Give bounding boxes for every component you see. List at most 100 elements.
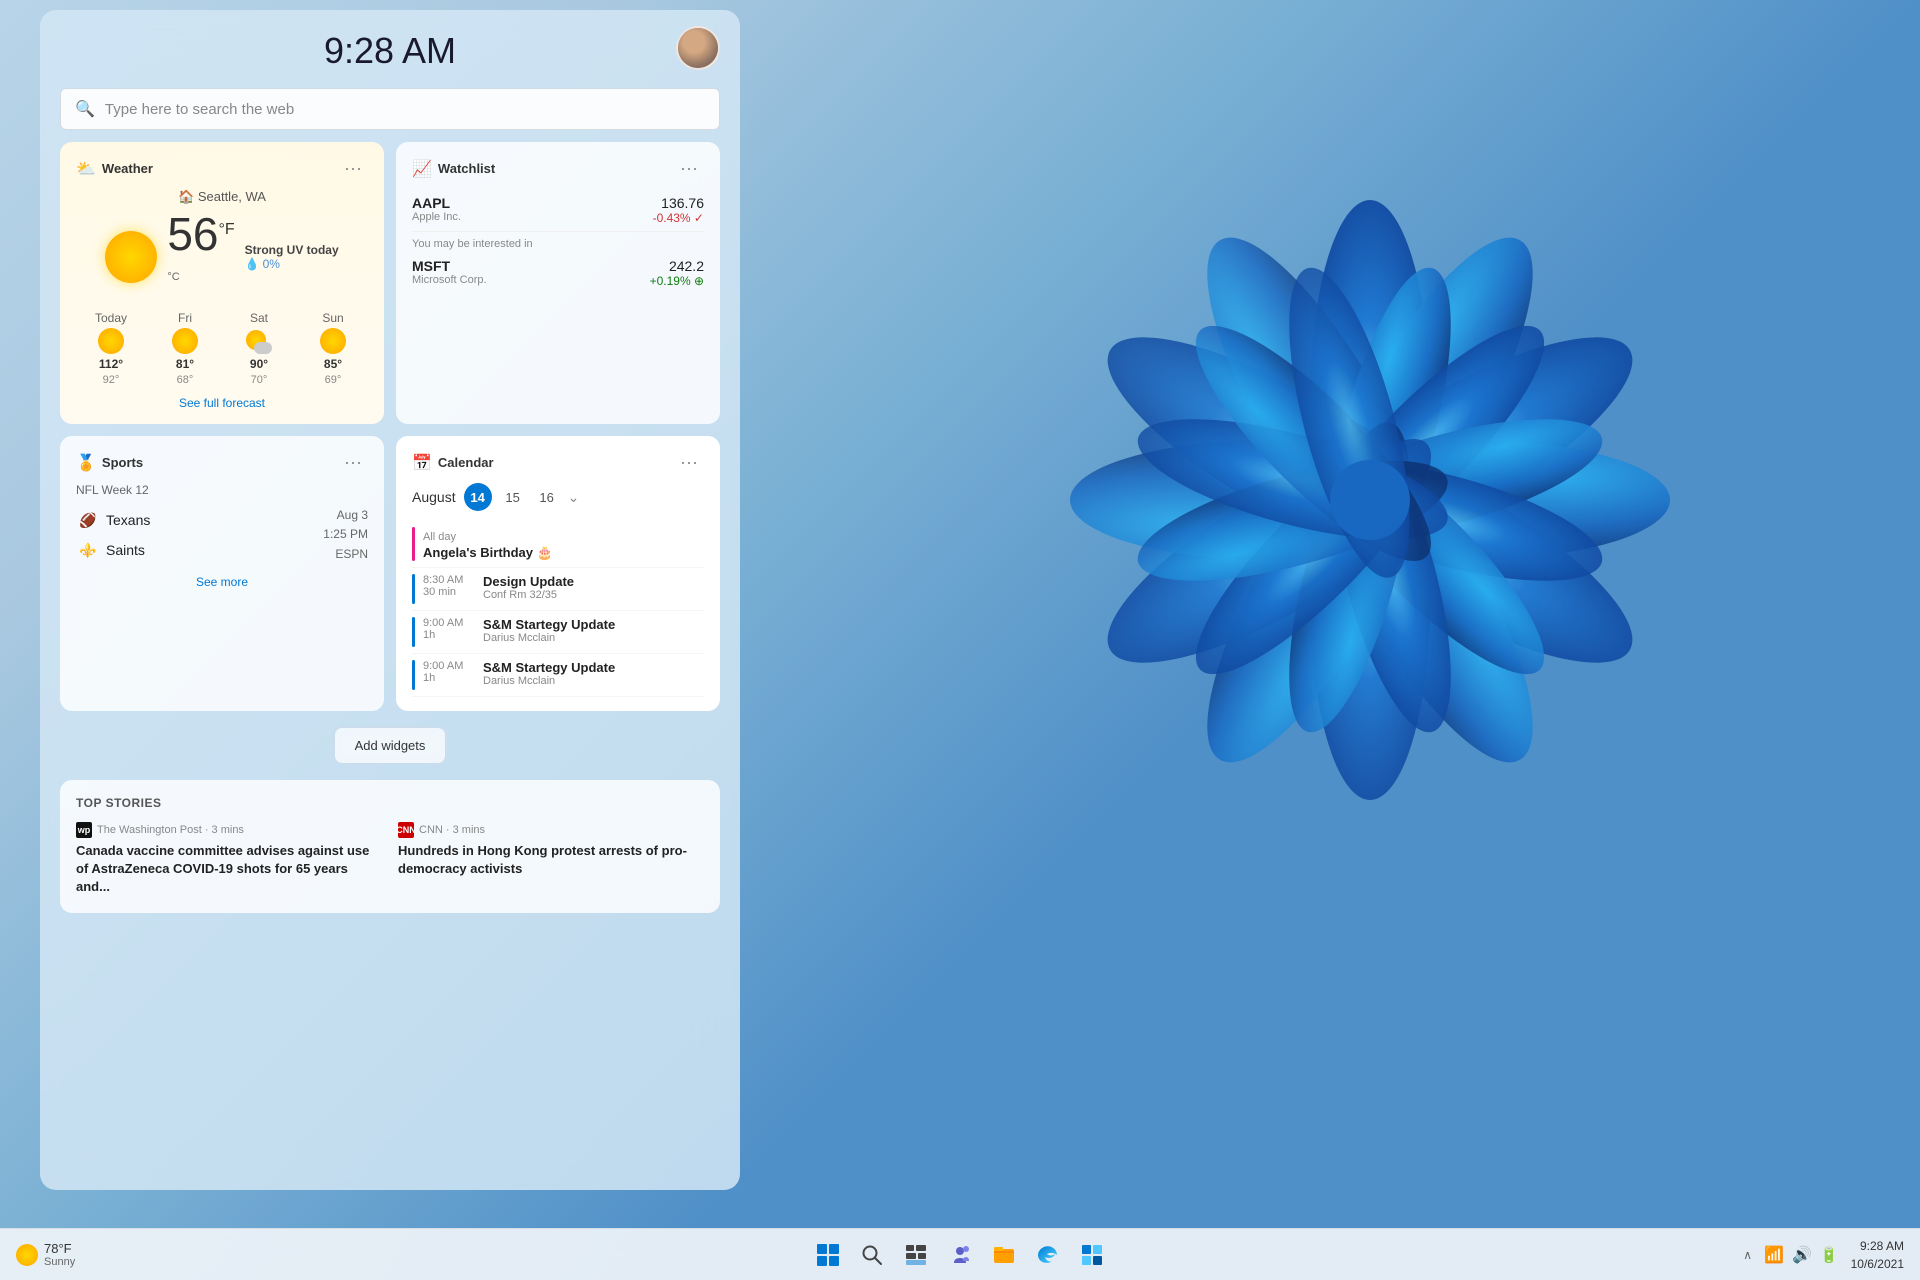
search-icon: 🔍 bbox=[75, 99, 95, 119]
calendar-widget: 📅 Calendar ··· August 14 15 16 ⌄ Al bbox=[396, 436, 720, 711]
stock-aapl[interactable]: AAPL Apple Inc. 136.76 -0.43% ✓ bbox=[412, 189, 704, 232]
taskbar-temp: 78°F bbox=[44, 1241, 75, 1256]
event-bar-blue-3 bbox=[412, 660, 415, 690]
stock-msft-price: 242.2 +0.19% ⊕ bbox=[650, 258, 704, 288]
calendar-event-sm1[interactable]: 9:00 AM1h S&M Startegy Update Darius Mcc… bbox=[412, 611, 704, 654]
event-bar-blue-2 bbox=[412, 617, 415, 647]
story-washpost-source: wp The Washington Post · 3 mins bbox=[76, 822, 382, 838]
store-icon bbox=[1080, 1243, 1104, 1267]
calendar-chevron-icon[interactable]: ⌄ bbox=[568, 489, 580, 506]
watchlist-title: Watchlist bbox=[438, 161, 495, 176]
taskbar-search-icon bbox=[861, 1244, 883, 1266]
event-sm1-time: 9:00 AM1h bbox=[423, 617, 475, 641]
story-cnn-source: CNN CNN · 3 mins bbox=[398, 822, 704, 838]
weather-title: Weather bbox=[102, 161, 153, 176]
calendar-month-row: August 14 15 16 ⌄ bbox=[412, 483, 704, 511]
task-view-button[interactable] bbox=[898, 1237, 934, 1273]
calendar-event-birthday[interactable]: All day Angela's Birthday 🎂 bbox=[412, 521, 704, 568]
taskbar-left: 78°F Sunny bbox=[16, 1241, 75, 1268]
forecast-today: Today 112° 92° bbox=[76, 311, 146, 386]
sports-week: NFL Week 12 bbox=[76, 483, 368, 497]
battery-icon[interactable]: 🔋 bbox=[1820, 1246, 1839, 1264]
add-widgets-button[interactable]: Add widgets bbox=[334, 727, 447, 764]
taskbar-weather[interactable]: 78°F Sunny bbox=[16, 1241, 75, 1268]
teams-button[interactable] bbox=[942, 1237, 978, 1273]
calendar-event-design[interactable]: 8:30 AM30 min Design Update Conf Rm 32/3… bbox=[412, 568, 704, 611]
game-network: ESPN bbox=[323, 545, 368, 564]
event-sm2-time: 9:00 AM1h bbox=[423, 660, 475, 684]
saints-name: Saints bbox=[106, 542, 145, 558]
watchlist-widget: 📈 Watchlist ··· AAPL Apple Inc. 136.76 -… bbox=[396, 142, 720, 424]
volume-icon[interactable]: 🔊 bbox=[1792, 1245, 1812, 1265]
calendar-title-row: 📅 Calendar bbox=[412, 453, 494, 473]
teams-column: 🏈 Texans ⚜️ Saints bbox=[76, 505, 150, 565]
cloud-icon: ⛅ bbox=[76, 159, 96, 179]
top-bar: 9:28 AM bbox=[60, 30, 720, 72]
taskbar-clock[interactable]: 9:28 AM 10/6/2021 bbox=[1851, 1237, 1904, 1273]
watchlist-header: 📈 Watchlist ··· bbox=[412, 156, 704, 181]
calendar-date-16[interactable]: 16 bbox=[534, 484, 560, 510]
event-sm1-content: S&M Startegy Update Darius Mcclain bbox=[483, 617, 615, 644]
see-more-sports-link[interactable]: See more bbox=[76, 575, 368, 589]
stock-msft-info: MSFT Microsoft Corp. bbox=[412, 258, 487, 286]
washpost-logo: wp bbox=[76, 822, 92, 838]
stock-aapl-info: AAPL Apple Inc. bbox=[412, 195, 461, 223]
widgets-grid: ⛅ Weather ··· 🏠 Seattle, WA 56°F°C bbox=[60, 142, 720, 711]
windows-logo-icon bbox=[817, 1244, 839, 1266]
file-explorer-button[interactable] bbox=[986, 1237, 1022, 1273]
event-design-time: 8:30 AM30 min bbox=[423, 574, 475, 598]
precip-info: 💧 0% bbox=[245, 257, 339, 271]
watchlist-menu-button[interactable]: ··· bbox=[674, 156, 704, 181]
interest-label: You may be interested in bbox=[412, 232, 704, 252]
search-box[interactable]: 🔍 Type here to search the web bbox=[60, 88, 720, 130]
weather-temperature: 56°F°C bbox=[167, 208, 234, 306]
wifi-icon[interactable]: 📶 bbox=[1764, 1245, 1784, 1265]
taskbar-weather-info: 78°F Sunny bbox=[44, 1241, 75, 1268]
uv-text: Strong UV today bbox=[245, 243, 339, 257]
weather-menu-button[interactable]: ··· bbox=[338, 156, 368, 181]
store-button[interactable] bbox=[1074, 1237, 1110, 1273]
search-placeholder-text: Type here to search the web bbox=[105, 101, 294, 118]
teams-icon bbox=[948, 1243, 972, 1267]
sports-header: 🏅 Sports ··· bbox=[76, 450, 368, 475]
sports-title-row: 🏅 Sports bbox=[76, 453, 143, 473]
forecast-sun: Sun 85° 69° bbox=[298, 311, 368, 386]
user-avatar[interactable] bbox=[676, 26, 720, 70]
forecast-sun-icon-fri bbox=[172, 328, 198, 354]
taskbar-right: ∧ 📶 🔊 🔋 9:28 AM 10/6/2021 bbox=[1743, 1237, 1904, 1273]
taskbar-center bbox=[810, 1237, 1110, 1273]
start-button[interactable] bbox=[810, 1237, 846, 1273]
taskbar-condition: Sunny bbox=[44, 1256, 75, 1268]
chart-icon: 📈 bbox=[412, 159, 432, 179]
calendar-title: Calendar bbox=[438, 455, 494, 470]
team-saints: ⚜️ Saints bbox=[76, 535, 150, 565]
file-explorer-icon bbox=[992, 1243, 1016, 1267]
calendar-date-active[interactable]: 14 bbox=[464, 483, 492, 511]
weather-location: 🏠 Seattle, WA bbox=[76, 189, 368, 205]
calendar-date-15[interactable]: 15 bbox=[500, 484, 526, 510]
game-info: Aug 3 1:25 PM ESPN bbox=[323, 506, 368, 564]
sports-icon: 🏅 bbox=[76, 453, 96, 473]
system-icons: 📶 🔊 🔋 bbox=[1764, 1245, 1839, 1265]
game-time: 1:25 PM bbox=[323, 525, 368, 544]
show-hidden-icons-button[interactable]: ∧ bbox=[1743, 1248, 1752, 1262]
edge-button[interactable] bbox=[1030, 1237, 1066, 1273]
time-display: 9:28 AM bbox=[60, 30, 720, 72]
event-allday-content: All day Angela's Birthday 🎂 bbox=[423, 527, 553, 561]
story-washpost[interactable]: wp The Washington Post · 3 mins Canada v… bbox=[76, 822, 382, 897]
stock-msft[interactable]: MSFT Microsoft Corp. 242.2 +0.19% ⊕ bbox=[412, 252, 704, 294]
calendar-menu-button[interactable]: ··· bbox=[674, 450, 704, 475]
texans-logo: 🏈 bbox=[76, 508, 100, 532]
taskbar: 78°F Sunny bbox=[0, 1228, 1920, 1280]
see-full-forecast-link[interactable]: See full forecast bbox=[76, 396, 368, 410]
game-date: Aug 3 bbox=[323, 506, 368, 525]
story-cnn[interactable]: CNN CNN · 3 mins Hundreds in Hong Kong p… bbox=[398, 822, 704, 897]
stories-grid: wp The Washington Post · 3 mins Canada v… bbox=[76, 822, 704, 897]
calendar-event-sm2[interactable]: 9:00 AM1h S&M Startegy Update Darius Mcc… bbox=[412, 654, 704, 697]
taskbar-search-button[interactable] bbox=[854, 1237, 890, 1273]
sports-widget: 🏅 Sports ··· NFL Week 12 🏈 Texans ⚜️ bbox=[60, 436, 384, 711]
sports-menu-button[interactable]: ··· bbox=[338, 450, 368, 475]
top-stories-title: TOP STORIES bbox=[76, 796, 704, 810]
task-view-icon bbox=[905, 1244, 927, 1266]
game-row: 🏈 Texans ⚜️ Saints Aug 3 1:25 PM ESPN bbox=[76, 505, 368, 565]
